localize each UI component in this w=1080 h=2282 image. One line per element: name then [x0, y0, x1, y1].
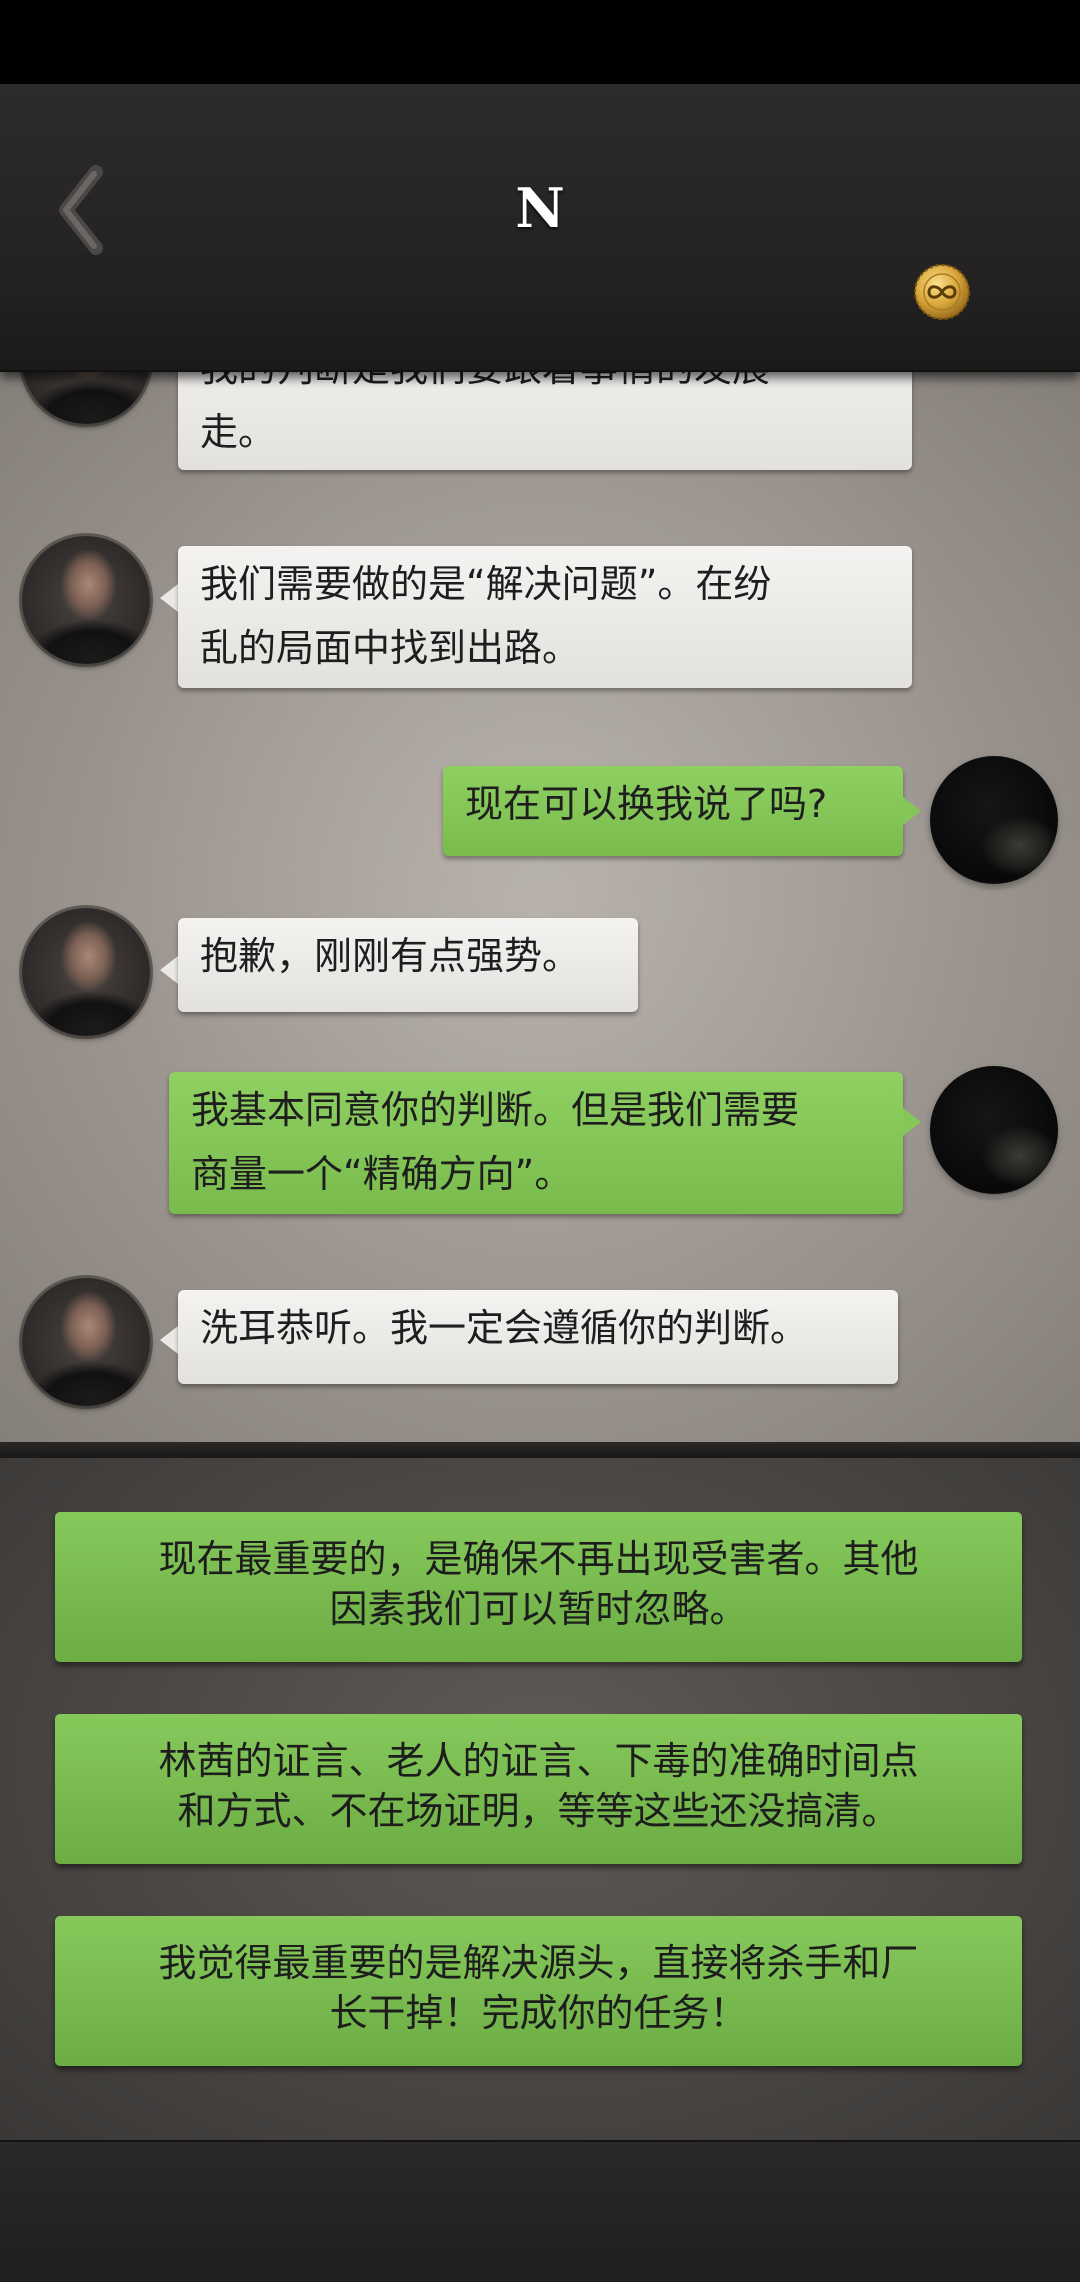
bottom-bar [0, 2140, 1080, 2282]
option-line: 林茜的证言、老人的证言、下毒的准确时间点 [158, 1739, 919, 1783]
bubble-tail [903, 1108, 921, 1136]
bubble-tail [160, 584, 178, 612]
message-line: 走。 [200, 410, 277, 454]
player-avatar[interactable] [930, 1066, 1058, 1194]
chat-area[interactable]: 我的判断是我们要跟着事情的发展 走。 我们需要做的是“解决问题”。在纷 乱的局面… [0, 370, 1080, 1442]
option-line: 长干掉！完成你的任务！ [329, 1991, 748, 2035]
npc-avatar[interactable] [22, 536, 150, 664]
message-bubble: 我的判断是我们要跟着事情的发展 走。 [178, 370, 912, 470]
message-bubble: 洗耳恭听。我一定会遵循你的判断。 [178, 1290, 898, 1384]
npc-avatar[interactable] [22, 1278, 150, 1406]
divider [0, 1442, 1080, 1458]
message-line: 抱歉，刚刚有点强势。 [200, 934, 581, 978]
player-avatar[interactable] [930, 756, 1058, 884]
message-line: 我的判断是我们要跟着事情的发展 [200, 370, 890, 400]
dialogue-option[interactable]: 林茜的证言、老人的证言、下毒的准确时间点 和方式、不在场证明，等等这些还没搞清。 [55, 1714, 1022, 1864]
message-line: 现在可以换我说了吗? [465, 782, 828, 826]
message-line: 我基本同意你的判断。但是我们需要 [191, 1088, 800, 1132]
options-area: 现在最重要的，是确保不再出现受害者。其他 因素我们可以暂时忽略。 林茜的证言、老… [0, 1458, 1080, 2140]
bubble-tail [160, 1326, 178, 1354]
option-line: 我觉得最重要的是解决源头，直接将杀手和厂 [158, 1941, 919, 1985]
status-bar [0, 0, 1080, 84]
bubble-tail [160, 956, 178, 984]
option-line: 因素我们可以暂时忽略。 [329, 1587, 748, 1631]
bubble-tail [903, 797, 921, 825]
header: N [0, 84, 1080, 372]
message-line: 我们需要做的是“解决问题”。在纷 [200, 562, 772, 606]
message-line: 乱的局面中找到出路。 [200, 626, 581, 670]
coin-button[interactable] [912, 262, 972, 322]
page-title: N [515, 176, 565, 240]
message-bubble: 我基本同意你的判断。但是我们需要 商量一个“精确方向”。 [169, 1072, 903, 1214]
option-line: 和方式、不在场证明，等等这些还没搞清。 [177, 1789, 900, 1833]
message-bubble: 现在可以换我说了吗? [443, 766, 903, 856]
message-bubble: 我们需要做的是“解决问题”。在纷 乱的局面中找到出路。 [178, 546, 912, 688]
infinity-coin-icon [914, 264, 970, 320]
npc-avatar[interactable] [22, 908, 150, 1036]
message-line: 洗耳恭听。我一定会遵循你的判断。 [200, 1306, 809, 1350]
npc-avatar[interactable] [22, 370, 150, 424]
dialogue-option[interactable]: 现在最重要的，是确保不再出现受害者。其他 因素我们可以暂时忽略。 [55, 1512, 1022, 1662]
message-line: 商量一个“精确方向”。 [191, 1152, 573, 1196]
dialogue-option[interactable]: 我觉得最重要的是解决源头，直接将杀手和厂 长干掉！完成你的任务！ [55, 1916, 1022, 2066]
message-bubble: 抱歉，刚刚有点强势。 [178, 918, 638, 1012]
option-line: 现在最重要的，是确保不再出现受害者。其他 [158, 1537, 919, 1581]
